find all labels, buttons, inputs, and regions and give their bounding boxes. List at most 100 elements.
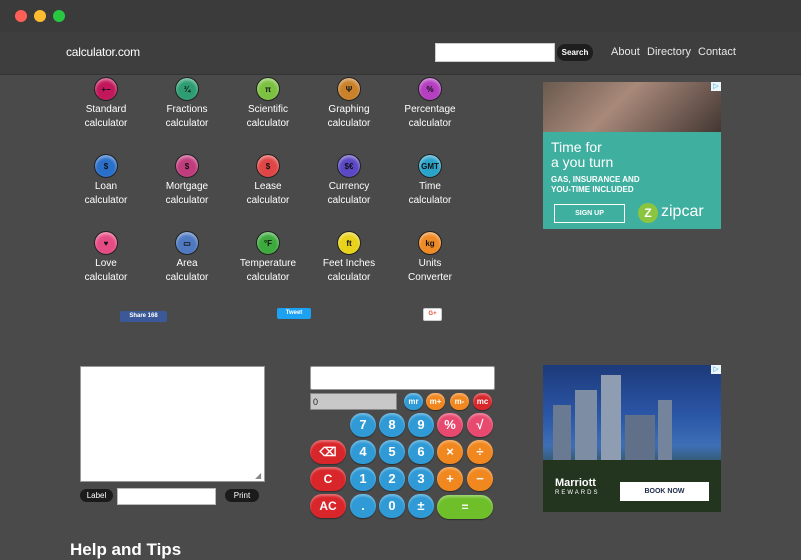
ad-building: [658, 400, 672, 460]
key-6[interactable]: 6: [408, 440, 434, 464]
calculator-label: Lease calculator: [228, 180, 308, 208]
backspace-key[interactable]: ⌫: [310, 440, 346, 464]
key-5[interactable]: 5: [379, 440, 405, 464]
m-plus-button[interactable]: m+: [426, 393, 445, 410]
key-0[interactable]: 0: [379, 494, 405, 518]
notepad-textarea[interactable]: ◢: [80, 366, 265, 482]
calculator-label-line1: Love: [95, 258, 117, 269]
mortgage-icon: $: [175, 154, 199, 178]
calculator-link-time[interactable]: GMT Time calculator: [390, 154, 470, 208]
mc-button[interactable]: mc: [473, 393, 492, 410]
calculator-link-temperature[interactable]: °F Temperature calculator: [228, 231, 308, 285]
calculator-label-line2: calculator: [84, 118, 128, 129]
percent-key[interactable]: %: [437, 413, 463, 437]
calculator-label-line2: calculator: [165, 118, 209, 129]
calculator-label-line2: calculator: [246, 272, 290, 283]
google-plus-button[interactable]: G+: [423, 308, 442, 321]
print-button[interactable]: Print: [225, 489, 259, 502]
ad-building: [575, 390, 597, 460]
twitter-tweet-button[interactable]: Tweet: [277, 308, 311, 319]
adchoices-icon[interactable]: ▷: [711, 365, 721, 374]
clear-key[interactable]: C: [310, 467, 346, 491]
key-4[interactable]: 4: [350, 440, 376, 464]
calculator-link-love[interactable]: ♥ Love calculator: [66, 231, 146, 285]
all-clear-key[interactable]: AC: [310, 494, 346, 518]
brand-logo[interactable]: calculator.com: [66, 45, 140, 59]
calculator-label-line2: calculator: [246, 118, 290, 129]
adchoices-icon[interactable]: ▷: [711, 82, 721, 91]
calculator-link-standard[interactable]: +− Standard calculator: [66, 77, 146, 131]
plus-minus-key[interactable]: ±: [408, 494, 434, 518]
zipcar-ad[interactable]: Time for a you turn GAS, INSURANCE AND Y…: [543, 82, 721, 229]
calculator-link-loan[interactable]: $ Loan calculator: [66, 154, 146, 208]
calculator-label: Fractions calculator: [147, 103, 227, 131]
maximize-window-button[interactable]: [53, 10, 65, 22]
calculator-link-mortgage[interactable]: $ Mortgage calculator: [147, 154, 227, 208]
key-2[interactable]: 2: [379, 467, 405, 491]
mr-button[interactable]: mr: [404, 393, 423, 410]
key-9[interactable]: 9: [408, 413, 434, 437]
multiply-key[interactable]: ×: [437, 440, 463, 464]
calculator-label-line2: calculator: [408, 118, 452, 129]
calculator-label-line2: calculator: [165, 195, 209, 206]
ad-subtext-line1: GAS, INSURANCE AND: [551, 175, 640, 184]
m-minus-button[interactable]: m-: [450, 393, 469, 410]
currency-icon: $€: [337, 154, 361, 178]
key-8[interactable]: 8: [379, 413, 405, 437]
calculator-link-graphing[interactable]: Ψ Graphing calculator: [309, 77, 389, 131]
book-now-button[interactable]: BOOK NOW: [620, 482, 709, 501]
standard-icon: +−: [94, 77, 118, 101]
calculator-link-fractions[interactable]: ¾ Fractions calculator: [147, 77, 227, 131]
marriott-ad[interactable]: Marriott REWARDS BOOK NOW ▷: [543, 365, 721, 512]
calculator-display[interactable]: [310, 366, 495, 390]
calculator-label: Graphing calculator: [309, 103, 389, 131]
facebook-share-button[interactable]: Share 168: [120, 311, 167, 322]
search-input[interactable]: [435, 43, 555, 62]
window-titlebar: [0, 0, 801, 32]
calculator-link-area[interactable]: ▭ Area calculator: [147, 231, 227, 285]
calculator-label: Loan calculator: [66, 180, 146, 208]
calculator-label: Mortgage calculator: [147, 180, 227, 208]
minus-key[interactable]: −: [467, 467, 493, 491]
minimize-window-button[interactable]: [34, 10, 46, 22]
nav-link-directory[interactable]: Directory: [647, 46, 691, 58]
area-icon: ▭: [175, 231, 199, 255]
calculator-link-percentage[interactable]: % Percentage calculator: [390, 77, 470, 131]
calculator-label: Temperature calculator: [228, 257, 308, 285]
decimal-key[interactable]: .: [350, 494, 376, 518]
plus-key[interactable]: +: [437, 467, 463, 491]
ad-subtext-line2: YOU-TIME INCLUDED: [551, 185, 634, 194]
calculator-label: Currency calculator: [309, 180, 389, 208]
ad-signup-button[interactable]: SIGN UP: [554, 204, 625, 223]
calculator-label-line2: calculator: [84, 272, 128, 283]
calculator-label-line1: Temperature: [239, 258, 297, 269]
calculator-label-line1: Units: [418, 258, 442, 269]
calculator-link-units[interactable]: kg Units Converter: [390, 231, 470, 285]
calculator-link-lease[interactable]: $ Lease calculator: [228, 154, 308, 208]
sqrt-key[interactable]: √: [467, 413, 493, 437]
label-input[interactable]: [117, 488, 216, 505]
time-icon: GMT: [418, 154, 442, 178]
divide-key[interactable]: ÷: [467, 440, 493, 464]
calculator-label-line1: Feet Inches: [322, 258, 376, 269]
calculator-link-scientific[interactable]: π Scientific calculator: [228, 77, 308, 131]
equals-key[interactable]: =: [437, 495, 493, 519]
ad-headline-line1: Time for: [551, 139, 602, 155]
search-button[interactable]: Search: [557, 44, 593, 61]
close-window-button[interactable]: [15, 10, 27, 22]
label-button[interactable]: Label: [80, 489, 113, 502]
nav-link-contact[interactable]: Contact: [698, 46, 736, 58]
calculator-label-line2: Converter: [408, 272, 452, 283]
nav-link-about[interactable]: About: [611, 46, 640, 58]
key-3[interactable]: 3: [408, 467, 434, 491]
graphing-icon: Ψ: [337, 77, 361, 101]
calculator-label: Area calculator: [147, 257, 227, 285]
calculator-link-feet-inches[interactable]: ft Feet Inches calculator: [309, 231, 389, 285]
key-1[interactable]: 1: [350, 467, 376, 491]
calculator-label-line1: Graphing: [328, 104, 370, 115]
calculator-label-line1: Standard: [85, 104, 127, 115]
calculator-label-line1: Loan: [94, 181, 118, 192]
calculator-link-currency[interactable]: $€ Currency calculator: [309, 154, 389, 208]
resize-handle-icon[interactable]: ◢: [255, 472, 263, 480]
key-7[interactable]: 7: [350, 413, 376, 437]
